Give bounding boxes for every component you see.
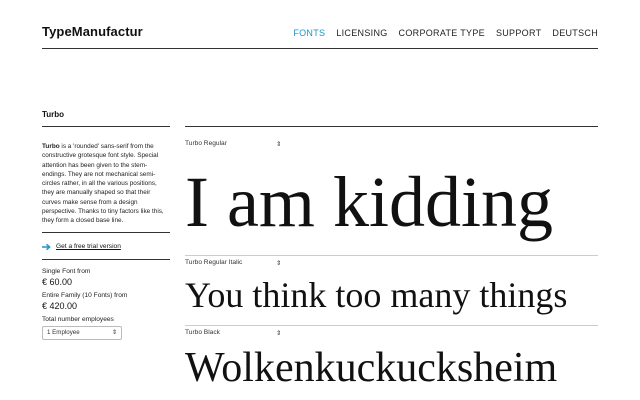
sample-text-black[interactable]: Wolkenkuckucksheim (185, 340, 557, 396)
employees-label: Total number employees (42, 315, 114, 323)
single-font-label: Single Font from (42, 267, 91, 275)
updown-icon[interactable]: ⇕ (276, 259, 281, 267)
family-price: € 420.00 (42, 300, 78, 311)
font-description-text: is a 'rounded' sans-serif from the const… (42, 143, 164, 225)
nav-licensing[interactable]: LICENSING (336, 28, 387, 38)
updown-icon[interactable]: ⇕ (276, 140, 281, 148)
nav-language-deutsch[interactable]: DEUTSCH (552, 28, 598, 38)
main-divider (185, 126, 598, 127)
updown-icon: ⇕ (111, 329, 117, 337)
free-trial-link[interactable]: Get a free trial version (42, 242, 170, 252)
sidebar-divider (42, 231, 170, 233)
header-divider (42, 48, 598, 49)
family-label: Entire Family (10 Fonts) from (42, 291, 128, 299)
single-font-price: € 60.00 (42, 276, 73, 287)
sample-text-italic[interactable]: You think too many things (185, 273, 567, 317)
free-trial-label: Get a free trial version (56, 243, 121, 251)
style-select-regular[interactable]: Turbo Regular (185, 140, 227, 147)
nav-support[interactable]: SUPPORT (496, 28, 541, 38)
font-family-title: Turbo (42, 110, 65, 119)
arrow-right-icon (42, 243, 51, 250)
nav-corporate-type[interactable]: CORPORATE TYPE (399, 28, 485, 38)
font-sidebar: Turbo Turbo is a 'rounded' sans-serif fr… (42, 110, 170, 340)
font-description: Turbo is a 'rounded' sans-serif from the… (42, 142, 170, 226)
sample-divider (185, 325, 598, 326)
nav-fonts[interactable]: FONTS (293, 28, 325, 38)
site-logo[interactable]: TypeManufactur (42, 24, 143, 39)
updown-icon[interactable]: ⇕ (276, 329, 281, 337)
main-nav: FONTS LICENSING CORPORATE TYPE SUPPORT D… (293, 28, 598, 38)
sidebar-divider (42, 126, 170, 127)
style-select-italic[interactable]: Turbo Regular Italic (185, 259, 242, 266)
font-description-name: Turbo (42, 143, 60, 150)
style-select-black[interactable]: Turbo Black (185, 329, 220, 336)
sample-text-regular[interactable]: I am kidding (185, 160, 553, 244)
employees-select-value: 1 Employee (47, 329, 80, 337)
employees-select[interactable]: 1 Employee ⇕ (42, 325, 122, 340)
sample-divider (185, 255, 598, 256)
sidebar-divider (42, 258, 170, 260)
